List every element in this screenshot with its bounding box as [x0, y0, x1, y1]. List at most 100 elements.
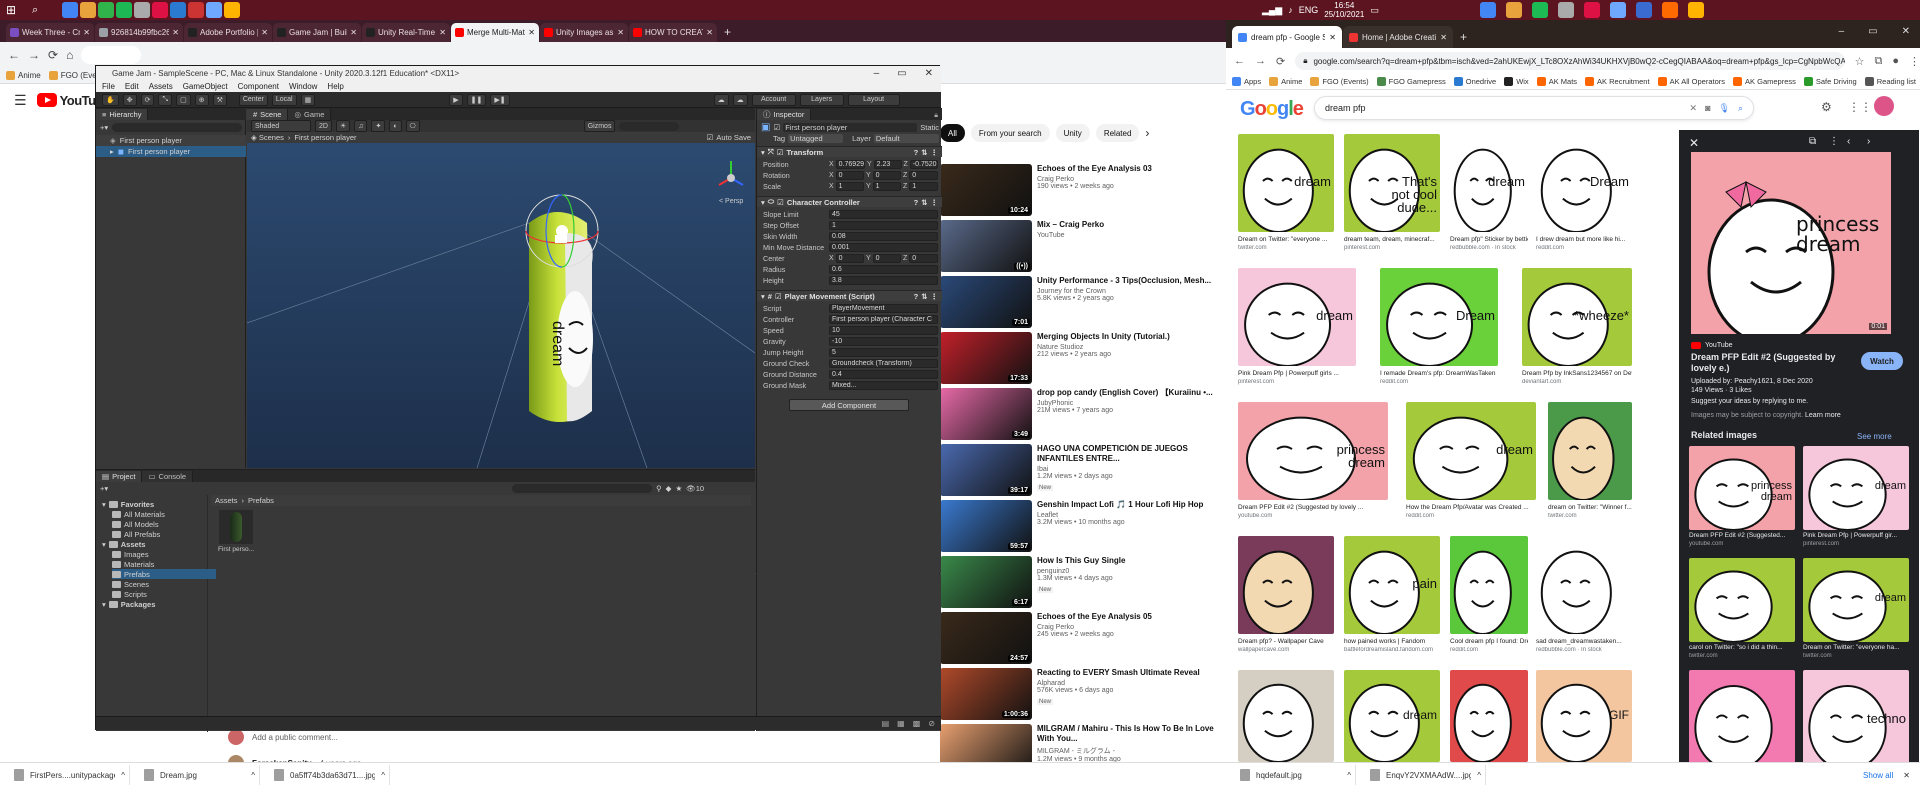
- tab-close-icon[interactable]: ✕: [83, 28, 90, 37]
- axis-value[interactable]: 1: [835, 182, 864, 191]
- notification-icon[interactable]: ▭: [1370, 5, 1379, 16]
- clear-icon[interactable]: ✕: [1690, 103, 1698, 114]
- custom-tool-icon[interactable]: ⚒: [212, 93, 227, 106]
- more-icon[interactable]: ⋮: [1909, 55, 1920, 68]
- breadcrumb-assets[interactable]: Assets: [215, 496, 238, 505]
- hand-tool-icon[interactable]: ✋: [102, 93, 119, 106]
- channel-name[interactable]: JubyPhonic: [1037, 400, 1227, 407]
- windows-start-icon[interactable]: ⊞: [6, 2, 22, 18]
- play-icon[interactable]: ▶: [449, 93, 463, 106]
- camera-icon[interactable]: ⎔: [405, 120, 420, 132]
- video-thumbnail[interactable]: 10:24: [940, 164, 1032, 216]
- channel-name[interactable]: Craig Perko: [1037, 176, 1227, 183]
- browser-tab[interactable]: Unity Images as Textures and M✕: [540, 23, 628, 42]
- filter-chip[interactable]: All: [940, 124, 965, 142]
- menu-item[interactable]: Window: [289, 82, 317, 91]
- step-icon[interactable]: ▶❚: [490, 93, 510, 106]
- preset-icon[interactable]: ⇅: [921, 292, 927, 301]
- axis-value[interactable]: 0: [909, 254, 938, 263]
- menu-item[interactable]: Help: [327, 82, 343, 91]
- filter-icon[interactable]: ⚲: [656, 484, 662, 493]
- channel-name[interactable]: Craig Perko: [1037, 624, 1227, 631]
- taskbar-app-icon[interactable]: [80, 2, 96, 18]
- image-result-caption[interactable]: Cool dream pfp I found: Dream...: [1450, 638, 1528, 646]
- folder-tree-item[interactable]: Materials: [112, 559, 154, 569]
- tab-close-icon[interactable]: ✕: [528, 28, 535, 37]
- related-caption[interactable]: Pink Dream Pfp | Powerpuff gir...: [1803, 532, 1909, 540]
- download-item[interactable]: 0a5ff74b3da63d71....jpg ^: [270, 765, 390, 785]
- left-address-bar[interactable]: [81, 46, 142, 64]
- star-icon[interactable]: ★: [675, 484, 682, 493]
- tab-project[interactable]: ▤ Project: [96, 471, 143, 482]
- open-new-tab-icon[interactable]: ⧉: [1809, 136, 1816, 147]
- image-result-caption[interactable]: how pained works | Fandom: [1344, 638, 1440, 646]
- browser-tab[interactable]: Home | Adobe Creative Cloud✕: [1343, 26, 1453, 48]
- axis-value[interactable]: 0.76929: [835, 160, 865, 169]
- image-result[interactable]: [1536, 536, 1632, 634]
- download-item[interactable]: Dream.jpg ^: [140, 765, 260, 785]
- browser-tab[interactable]: Unity Real-Time Development Pl✕: [362, 23, 450, 42]
- tab-close-icon[interactable]: ✕: [1329, 33, 1336, 42]
- taskbar-app-icon[interactable]: [62, 2, 78, 18]
- bookmark[interactable]: Anime: [1269, 77, 1302, 86]
- download-item[interactable]: EnqvY2VXMAAdW....jpg ^: [1366, 765, 1486, 785]
- image-result-caption[interactable]: Dream pfp" Sticker by bettie...: [1450, 236, 1528, 244]
- image-result[interactable]: dream: [1406, 402, 1536, 500]
- lighting-icon[interactable]: ☀: [335, 120, 351, 132]
- recommended-video[interactable]: 10:24 Echoes of the Eye Analysis 03 Craig …: [940, 164, 1230, 218]
- axis-value[interactable]: 0: [835, 171, 864, 180]
- taskbar-app-icon[interactable]: [134, 2, 150, 18]
- close-preview-icon[interactable]: ✕: [1689, 136, 1699, 150]
- video-thumbnail[interactable]: 59:57: [940, 500, 1032, 552]
- shading-mode-dropdown[interactable]: Shaded: [251, 120, 311, 132]
- axis-value[interactable]: -0.7520: [909, 160, 939, 169]
- more-icon[interactable]: ⋮: [931, 148, 943, 157]
- recommended-video[interactable]: 3:49 drop pop candy (English Cover) 【Kura…: [940, 388, 1230, 442]
- foldout-arrow-icon[interactable]: ▾: [102, 500, 106, 509]
- image-result[interactable]: Dream: [1536, 134, 1632, 232]
- taskbar-app-icon[interactable]: [1532, 2, 1548, 18]
- search-query[interactable]: dream pfp: [1325, 103, 1366, 113]
- taskbar-app-icon[interactable]: [224, 2, 240, 18]
- image-result[interactable]: [1450, 536, 1528, 634]
- reload-icon[interactable]: ⟳: [1276, 55, 1285, 68]
- download-item[interactable]: hqdefault.jpg ^: [1236, 765, 1356, 785]
- search-icon[interactable]: ⌕: [32, 2, 48, 18]
- foldout-arrow-icon[interactable]: ▾: [102, 540, 106, 549]
- add-icon[interactable]: +▾: [100, 484, 108, 493]
- taskbar-app-icon[interactable]: [116, 2, 132, 18]
- more-icon[interactable]: ⋮: [931, 292, 943, 301]
- video-title[interactable]: drop pop candy (English Cover) 【Kuraiinu…: [1037, 388, 1227, 398]
- google-search-box[interactable]: dream pfp ✕ ◙ 🎙︎ ⌕: [1314, 96, 1754, 120]
- hidden-objects-icon[interactable]: ◐: [389, 120, 402, 132]
- recommended-video[interactable]: 39:17 HAGO UNA COMPETICIÓN DE JUEGOS INFA…: [940, 444, 1230, 498]
- video-title[interactable]: Unity Performance - 3 Tips(Occlusion, Me…: [1037, 276, 1227, 286]
- learn-more-link[interactable]: Learn more: [1805, 412, 1841, 419]
- field-value[interactable]: 0.4: [829, 370, 938, 379]
- more-icon[interactable]: ⋮: [931, 198, 943, 207]
- cloud-icon[interactable]: ☁: [732, 93, 748, 106]
- field-value[interactable]: 0.08: [829, 232, 938, 241]
- foldout-arrow-icon[interactable]: ▾: [102, 600, 106, 609]
- browser-tab[interactable]: dream pfp - Google Search✕: [1232, 26, 1342, 48]
- video-title[interactable]: Echoes of the Eye Analysis 03: [1037, 164, 1227, 174]
- back-icon[interactable]: ←: [1234, 55, 1245, 67]
- more-icon[interactable]: ⋮: [1829, 136, 1839, 147]
- back-icon[interactable]: ←: [8, 48, 20, 62]
- channel-name[interactable]: Ibai: [1037, 466, 1227, 473]
- image-result[interactable]: [1450, 670, 1528, 762]
- prev-icon[interactable]: ‹: [1847, 136, 1850, 147]
- image-result[interactable]: dream: [1238, 268, 1356, 366]
- component-header[interactable]: ▾ # ☑ Player Movement (Script)? ⇅ ⋮: [757, 290, 942, 301]
- image-result[interactable]: [1238, 536, 1334, 634]
- bookmark[interactable]: Wix: [1504, 77, 1529, 86]
- related-caption[interactable]: Dream PFP Edit #2 (Suggested...: [1689, 532, 1795, 540]
- tab-close-icon[interactable]: ✕: [706, 28, 713, 37]
- image-result-caption[interactable]: Dream Pfp by InkSans1234567 on Devi...: [1522, 370, 1632, 378]
- tab-inspector[interactable]: ⓘ Inspector: [757, 109, 812, 120]
- bookmark[interactable]: FGO (Events): [1310, 77, 1369, 86]
- recommended-video[interactable]: 7:01 Unity Performance - 3 Tips(Occlusion…: [940, 276, 1230, 330]
- collab-icon[interactable]: ☁: [713, 93, 729, 106]
- scale-tool-icon[interactable]: ⤡: [158, 93, 173, 106]
- taskbar-app-icon[interactable]: [152, 2, 168, 18]
